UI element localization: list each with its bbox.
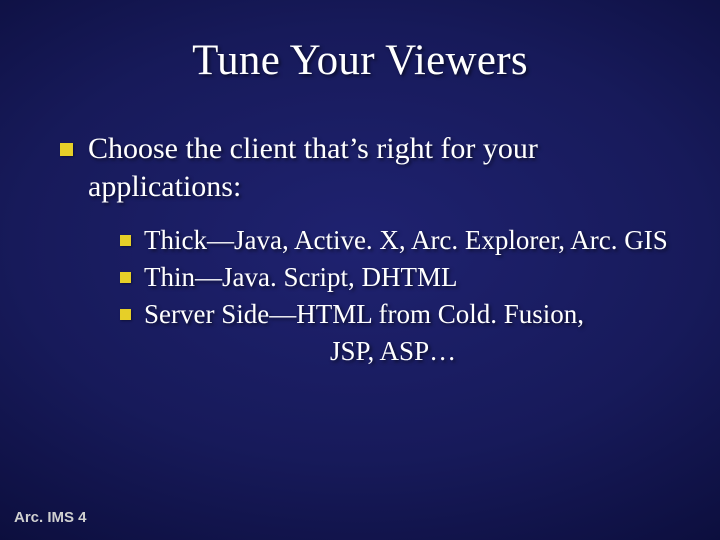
bullet-level2: Thick—Java, Active. X, Arc. Explorer, Ar…: [120, 223, 680, 258]
level1-text: Choose the client that’s right for your …: [88, 130, 538, 205]
bullet-level1: Choose the client that’s right for your …: [60, 130, 680, 205]
sublist: Thick—Java, Active. X, Arc. Explorer, Ar…: [120, 223, 680, 369]
slide-title: Tune Your Viewers: [0, 36, 720, 85]
level1-line2: applications:: [88, 170, 241, 203]
level2-text: Server Side—HTML from Cold. Fusion,: [144, 297, 584, 332]
slide: Tune Your Viewers Choose the client that…: [0, 0, 720, 540]
square-bullet-icon: [120, 309, 131, 320]
level1-line1: Choose the client that’s right for your: [88, 132, 538, 165]
level2-continuation: JSP, ASP…: [330, 334, 680, 369]
slide-content: Choose the client that’s right for your …: [60, 130, 680, 369]
footer-label: Arc. IMS 4: [14, 509, 87, 526]
bullet-level2: Server Side—HTML from Cold. Fusion,: [120, 297, 680, 332]
square-bullet-icon: [120, 235, 131, 246]
level2-text: Thick—Java, Active. X, Arc. Explorer, Ar…: [144, 223, 668, 258]
bullet-level2: Thin—Java. Script, DHTML: [120, 260, 680, 295]
square-bullet-icon: [120, 272, 131, 283]
square-bullet-icon: [60, 143, 73, 156]
level2-text: Thin—Java. Script, DHTML: [144, 260, 457, 295]
